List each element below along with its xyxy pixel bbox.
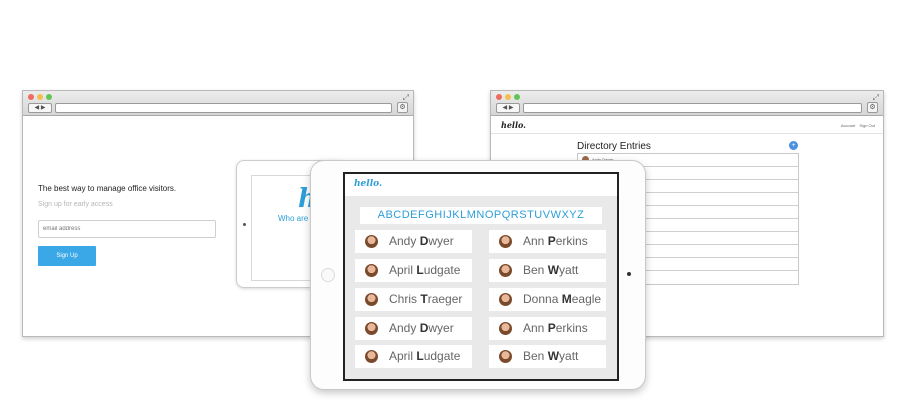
avatar	[499, 293, 512, 306]
person-card[interactable]: April Ludgate	[355, 259, 472, 282]
avatar	[499, 350, 512, 363]
person-card[interactable]: Ben Wyatt	[489, 259, 606, 282]
sign-out-link[interactable]: Sign Out	[859, 123, 875, 128]
person-name: Andy Dwyer	[389, 234, 454, 248]
tablet-logo: hello.	[354, 179, 383, 189]
zoom-icon[interactable]	[514, 94, 520, 100]
back-forward-buttons[interactable]: ◀ ▶	[28, 103, 52, 113]
home-button[interactable]	[321, 268, 335, 282]
email-input[interactable]	[38, 220, 216, 238]
person-name: Ben Wyatt	[523, 349, 579, 363]
account-link[interactable]: Account	[841, 123, 855, 128]
avatar	[365, 264, 378, 277]
person-card[interactable]: Ann Perkins	[489, 317, 606, 340]
minimize-icon[interactable]	[505, 94, 511, 100]
person-name: Ben Wyatt	[523, 263, 579, 277]
signup-headline: The best way to manage office visitors.	[38, 184, 177, 193]
person-name: Donna Meagle	[523, 292, 602, 306]
tablet-camera	[243, 223, 246, 226]
avatar	[499, 322, 512, 335]
person-name: Chris Traeger	[389, 292, 463, 306]
avatar	[365, 235, 378, 248]
person-name: April Ludgate	[389, 349, 461, 363]
signup-subheadline: Sign up for early access	[38, 201, 113, 208]
front-tablet: hello. ABCDEFGHIJKLMNOPQRSTUVWXYZ Andy D…	[310, 160, 646, 390]
browser-toolbar: ⤢ ◀ ▶ ⚙	[23, 91, 413, 116]
avatar	[499, 235, 512, 248]
minimize-icon[interactable]	[37, 94, 43, 100]
back-forward-buttons[interactable]: ◀ ▶	[496, 103, 520, 113]
back-tablet-tagline: Who are y	[278, 214, 315, 223]
avatar	[365, 350, 378, 363]
directory-nav: Account Sign Out	[841, 123, 875, 128]
person-card[interactable]: Ben Wyatt	[489, 345, 606, 368]
avatar	[365, 322, 378, 335]
close-icon[interactable]	[496, 94, 502, 100]
directory-logo: hello.	[501, 120, 526, 130]
person-card[interactable]: Andy Dwyer	[355, 230, 472, 253]
directory-title: Directory Entries	[577, 141, 651, 152]
tablet-camera	[627, 272, 631, 276]
person-card[interactable]: Donna Meagle	[489, 288, 606, 311]
plus-circle-icon[interactable]: +	[789, 141, 798, 150]
person-card[interactable]: Ann Perkins	[489, 230, 606, 253]
person-card[interactable]: Andy Dwyer	[355, 317, 472, 340]
signup-button[interactable]: Sign Up	[38, 246, 96, 266]
person-card[interactable]: April Ludgate	[355, 345, 472, 368]
header-divider	[491, 133, 883, 134]
avatar	[499, 264, 512, 277]
close-icon[interactable]	[28, 94, 34, 100]
gear-icon[interactable]: ⚙	[867, 102, 878, 113]
person-name: Ann Perkins	[523, 234, 588, 248]
tablet-screen: hello. ABCDEFGHIJKLMNOPQRSTUVWXYZ Andy D…	[343, 172, 619, 381]
address-bar[interactable]	[55, 103, 392, 113]
avatar	[365, 293, 378, 306]
browser-toolbar: ⤢ ◀ ▶ ⚙	[491, 91, 883, 116]
address-bar[interactable]	[523, 103, 862, 113]
person-card[interactable]: Chris Traeger	[355, 288, 472, 311]
tablet-header: hello.	[345, 174, 617, 196]
person-name: Andy Dwyer	[389, 321, 454, 335]
person-name: April Ludgate	[389, 263, 461, 277]
gear-icon[interactable]: ⚙	[397, 102, 408, 113]
alphabet-index[interactable]: ABCDEFGHIJKLMNOPQRSTUVWXYZ	[360, 207, 602, 224]
zoom-icon[interactable]	[46, 94, 52, 100]
person-name: Ann Perkins	[523, 321, 588, 335]
